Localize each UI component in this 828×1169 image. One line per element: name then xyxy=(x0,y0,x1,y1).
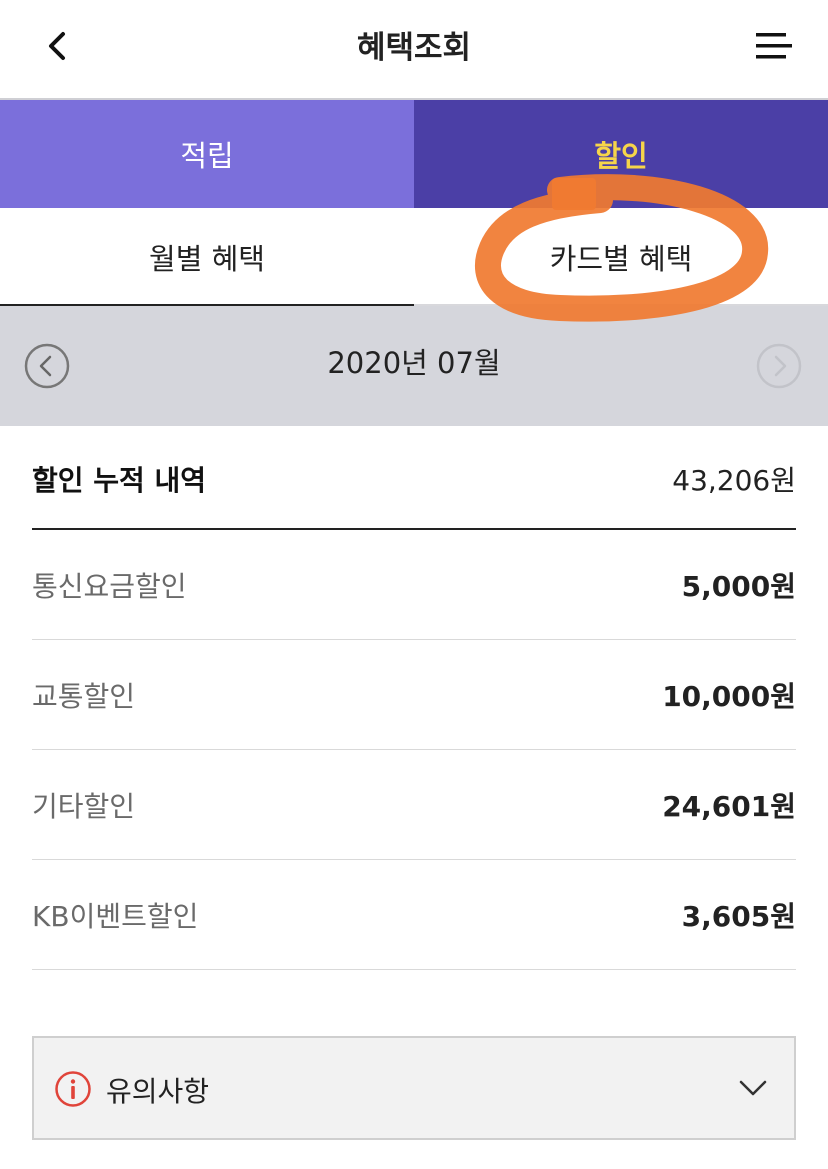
main-tab-bar: 적립 할인 xyxy=(0,100,828,208)
tab-monthly-benefits[interactable]: 월별 혜택 xyxy=(0,208,414,308)
discount-row-kb-event: KB이벤트할인 3,605원 xyxy=(32,860,796,970)
tab-card-benefits[interactable]: 카드별 혜택 xyxy=(414,208,828,306)
page-title: 혜택조회 xyxy=(356,30,472,66)
discount-item-value: 5,000원 xyxy=(681,569,796,603)
tab-accumulation[interactable]: 적립 xyxy=(0,100,414,208)
info-circle-icon xyxy=(55,1071,91,1107)
discount-item-label: 교통할인 xyxy=(32,679,136,713)
app-header: 혜택조회 xyxy=(0,0,828,100)
discount-total-value: 43,206원 xyxy=(672,464,796,497)
discount-row-other: 기타할인 24,601원 xyxy=(32,750,796,860)
discount-total-row: 할인 누적 내역 43,206원 xyxy=(32,430,796,530)
tab-discount[interactable]: 할인 xyxy=(414,100,828,208)
current-month-label: 2020년 07월 xyxy=(327,346,501,380)
circle-chevron-right-icon[interactable] xyxy=(756,343,802,389)
notice-label: 유의사항 xyxy=(106,1075,210,1108)
sub-tab-bar: 월별 혜택 카드별 혜택 xyxy=(0,208,828,308)
discount-total-label: 할인 누적 내역 xyxy=(32,464,207,497)
discount-item-value: 24,601원 xyxy=(662,789,796,823)
hamburger-menu-icon[interactable] xyxy=(748,26,794,66)
discount-item-label: KB이벤트할인 xyxy=(32,899,199,933)
discount-row-telecom: 통신요금할인 5,000원 xyxy=(32,530,796,640)
chevron-down-icon[interactable] xyxy=(738,1076,768,1100)
discount-row-transport: 교통할인 10,000원 xyxy=(32,640,796,750)
discount-item-label: 기타할인 xyxy=(32,789,136,823)
discount-item-label: 통신요금할인 xyxy=(32,569,187,603)
discount-item-value: 10,000원 xyxy=(662,679,796,713)
discount-item-value: 3,605원 xyxy=(681,899,796,933)
notice-accordion[interactable]: 유의사항 xyxy=(32,1036,796,1140)
